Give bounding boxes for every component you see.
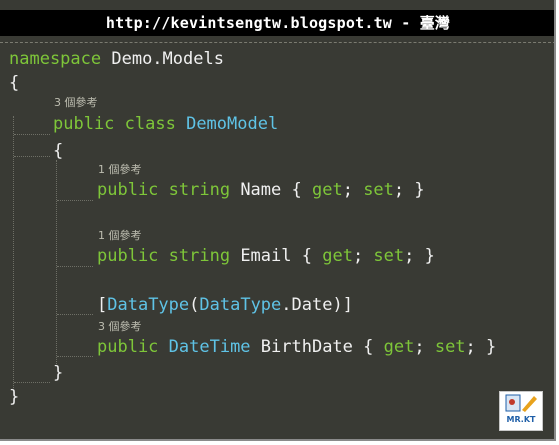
indent-dots: [14, 382, 50, 383]
code-line-birthdate-property: public DateTime BirthDate { get; set; }: [97, 336, 496, 358]
code-line-attribute: [DataType(DataType.Date)]: [97, 294, 353, 316]
mr-kt-logo: MR.KT: [499, 391, 543, 431]
keyword: namespace: [9, 49, 102, 69]
attribute-name: DataType: [107, 295, 190, 315]
code-line-class: public class DemoModel: [53, 113, 278, 135]
brace: {: [301, 246, 323, 266]
brace: ; }: [404, 246, 435, 266]
keyword: public: [53, 114, 115, 134]
reference-count[interactable]: 1 個參考: [98, 229, 142, 243]
accessor: get: [322, 246, 353, 266]
code-editor: namespace Demo.Models { 3 個參考 public cla…: [0, 0, 554, 439]
indent-dots: [14, 156, 50, 157]
indent-dots: [57, 314, 93, 315]
keyword: class: [114, 114, 187, 134]
indent-dots: [57, 200, 93, 201]
accessor: get: [311, 180, 343, 200]
brace: {: [9, 73, 20, 93]
reference-count[interactable]: 1 個參考: [98, 163, 142, 177]
property-name: Name: [230, 180, 292, 200]
accessor: get: [383, 337, 415, 357]
indent-guide: [56, 160, 57, 366]
semicolon: ;: [342, 180, 364, 200]
brace: {: [291, 180, 312, 200]
type-keyword: string: [158, 246, 231, 266]
accessor: set: [373, 246, 405, 266]
paren: (: [189, 295, 200, 315]
indent-dots: [57, 356, 93, 357]
accessor: set: [434, 337, 466, 357]
code-screenshot: http://kevintsengtw.blogspot.tw - 臺灣 nam…: [0, 0, 556, 441]
property-name: Email: [230, 246, 302, 266]
brace: ; }: [465, 337, 497, 357]
code-line-namespace: namespace Demo.Models: [9, 48, 224, 70]
logo-graphic-icon: [505, 394, 537, 412]
enum-name: DataType: [199, 295, 282, 315]
code-line-close-brace: }: [53, 362, 63, 384]
class-name: DemoModel: [186, 114, 279, 134]
accessor: set: [363, 180, 394, 200]
type-keyword: string: [158, 180, 231, 200]
code-line-name-property: public string Name { get; set; }: [97, 179, 425, 201]
keyword: public: [97, 180, 159, 200]
enum-member: .Date)]: [281, 295, 353, 315]
code-line-close-brace: }: [9, 386, 19, 408]
brace: {: [53, 141, 64, 161]
semicolon: ;: [352, 246, 374, 266]
indent-dots: [57, 266, 93, 267]
bracket: [: [97, 295, 108, 315]
code-line-email-property: public string Email { get; set; }: [97, 245, 435, 267]
keyword: public: [97, 337, 159, 357]
brace: {: [363, 337, 384, 357]
brace: ; }: [393, 180, 425, 200]
reference-count[interactable]: 3 個參考: [98, 320, 142, 334]
type-name: DateTime: [158, 337, 251, 357]
semicolon: ;: [414, 337, 435, 357]
indent-dots: [14, 134, 50, 135]
code-line-open-brace: {: [9, 72, 19, 94]
logo-text: MR.KT: [506, 415, 536, 424]
namespace-name: Demo.Models: [101, 49, 224, 69]
code-line-open-brace: {: [53, 140, 63, 162]
brace: }: [9, 387, 20, 407]
keyword: public: [97, 246, 159, 266]
property-name: BirthDate: [250, 337, 364, 357]
reference-count[interactable]: 3 個參考: [54, 96, 98, 110]
brace: }: [53, 363, 64, 383]
